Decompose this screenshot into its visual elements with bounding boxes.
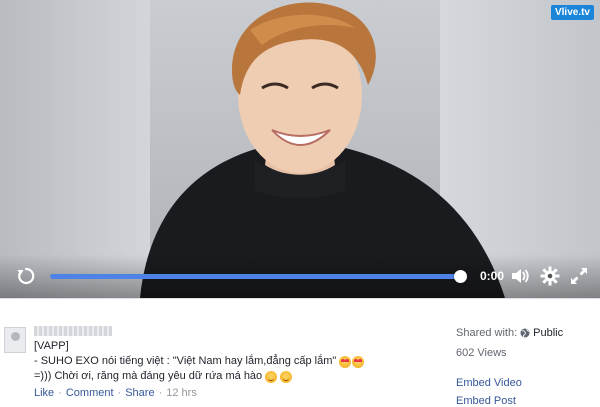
- post-timestamp[interactable]: 12 hrs: [166, 387, 197, 399]
- post-message: [VAPP] - SUHO EXO nói tiếng việt : "Việt…: [34, 339, 365, 384]
- post-actions: Like · Comment · Share · 12 hrs: [34, 387, 197, 399]
- post-body: [VAPP] - SUHO EXO nói tiếng việt : "Việt…: [0, 298, 600, 407]
- replay-icon[interactable]: [16, 266, 36, 286]
- heart-eyes-emoji-icon: [352, 355, 365, 368]
- embed-video-link[interactable]: Embed Video: [456, 377, 522, 389]
- share-link[interactable]: Share: [125, 387, 154, 399]
- video-player[interactable]: Vlive.tv 0:00: [0, 0, 600, 298]
- separator: ·: [158, 387, 163, 399]
- author-name-redacted: [34, 326, 112, 336]
- volume-icon[interactable]: [510, 266, 530, 286]
- post-sidebar-info: Shared with: Public 602 Views: [456, 327, 563, 359]
- fullscreen-icon[interactable]: [569, 266, 589, 286]
- shared-with-label: Shared with:: [456, 327, 518, 339]
- separator: ·: [58, 387, 62, 399]
- heart-eyes-emoji-icon: [339, 355, 352, 368]
- embed-post-link[interactable]: Embed Post: [456, 395, 516, 407]
- post-quote-text: - SUHO EXO nói tiếng việt : "Việt Nam ha…: [34, 355, 337, 367]
- shared-with: Shared with: Public: [456, 327, 563, 339]
- post-line-tag: [VAPP]: [34, 339, 364, 354]
- post-tag-text: [VAPP]: [34, 340, 69, 352]
- wink-emoji-icon: [280, 370, 293, 383]
- video-progress-handle[interactable]: [454, 270, 467, 283]
- post-comment-text: =))) Chời ơi, răng mà đáng yêu dữ rứa má…: [34, 370, 263, 382]
- avatar[interactable]: [4, 327, 26, 353]
- video-progress-fill: [50, 274, 460, 279]
- view-count: 602 Views: [456, 347, 507, 359]
- smile-emoji-icon: [265, 370, 278, 383]
- like-link[interactable]: Like: [34, 387, 54, 399]
- globe-icon: [520, 328, 530, 338]
- shared-with-value: Public: [533, 327, 564, 339]
- video-controls-bar: 0:00: [0, 254, 600, 298]
- post-line-quote: - SUHO EXO nói tiếng việt : "Việt Nam ha…: [34, 354, 365, 369]
- settings-icon[interactable]: [540, 266, 560, 286]
- video-time: 0:00: [480, 269, 505, 283]
- video-progress-bar[interactable]: [50, 270, 467, 283]
- separator: ·: [117, 387, 122, 399]
- vlive-watermark: Vlive.tv: [550, 5, 594, 20]
- heart-eyes-emoji-pair: [339, 355, 365, 368]
- comment-link[interactable]: Comment: [66, 387, 114, 399]
- post-line-comment: =))) Chời ơi, răng mà đáng yêu dữ rứa má…: [34, 369, 364, 384]
